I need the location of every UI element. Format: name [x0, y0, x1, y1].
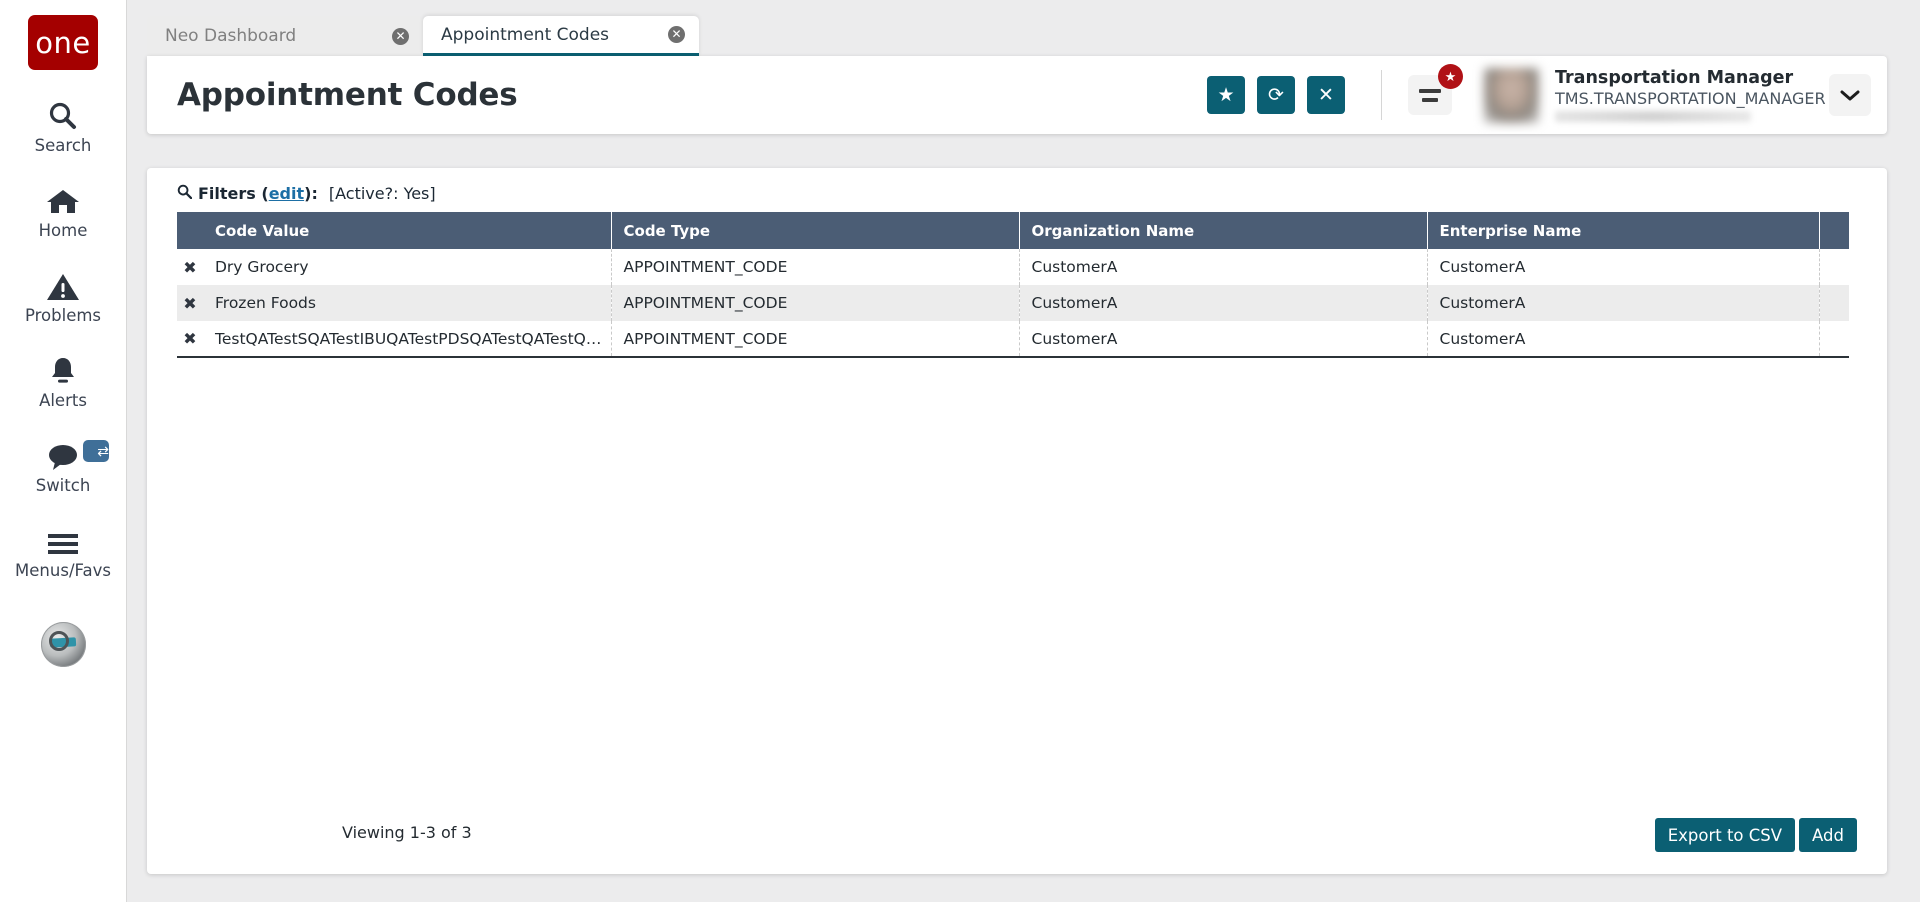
table-header-actions [177, 212, 203, 249]
user-name: Transportation Manager [1555, 68, 1823, 88]
table-row[interactable]: ✖ Dry Grocery APPOINTMENT_CODE CustomerA… [177, 249, 1849, 285]
sidebar-item-home[interactable]: Home [0, 181, 126, 240]
search-icon [177, 184, 192, 203]
filters-active-value: [Active?: Yes] [329, 184, 436, 203]
sidebar-item-label: Switch [36, 476, 91, 495]
user-detail-redacted [1555, 111, 1751, 122]
content-panel: Filters ( edit ): [Active?: Yes] Code Va… [147, 168, 1887, 874]
tab-label: Neo Dashboard [165, 26, 392, 46]
sidebar-item-problems[interactable]: Problems [0, 266, 126, 325]
tab-label: Appointment Codes [441, 25, 668, 45]
cell-code-value: TestQATestSQATestIBUQATestPDSQATestQATes… [203, 321, 611, 357]
row-delete-icon[interactable]: ✖ [177, 321, 203, 357]
user-login: TMS.TRANSPORTATION_MANAGER [1555, 89, 1823, 108]
sidebar-item-label: Problems [25, 306, 101, 325]
sidebar-item-alerts[interactable]: Alerts [0, 351, 126, 410]
sidebar-item-search[interactable]: Search [0, 96, 126, 155]
star-badge-icon: ★ [1438, 64, 1463, 89]
menu-line [1422, 98, 1438, 102]
table-header-code-type[interactable]: Code Type [611, 212, 1019, 249]
appointment-codes-table: Code Value Code Type Organization Name E… [177, 212, 1849, 358]
cell-enterprise-name: CustomerA [1427, 321, 1819, 357]
filters-label: Filters ( [198, 184, 269, 203]
tab-appointment-codes[interactable]: Appointment Codes ✕ [423, 16, 699, 56]
refresh-button[interactable]: ⟳ [1257, 76, 1295, 114]
user-info: Transportation Manager TMS.TRANSPORTATIO… [1555, 68, 1823, 122]
sidebar-item-menus-favs[interactable]: Menus/Favs [0, 521, 126, 580]
cell-code-type: APPOINTMENT_CODE [611, 285, 1019, 321]
cell-code-type: APPOINTMENT_CODE [611, 249, 1019, 285]
avatar[interactable] [1484, 68, 1539, 123]
sidebar-item-label: Search [35, 136, 92, 155]
sidebar-item-label: Menus/Favs [15, 561, 111, 580]
chat-bubble-icon [46, 436, 80, 472]
table-row[interactable]: ✖ Frozen Foods APPOINTMENT_CODE Customer… [177, 285, 1849, 321]
table-header-row: Code Value Code Type Organization Name E… [177, 212, 1849, 249]
header-divider [1381, 70, 1382, 120]
close-page-button[interactable]: ✕ [1307, 76, 1345, 114]
cell-organization-name: CustomerA [1019, 321, 1427, 357]
brand-logo[interactable]: one [28, 15, 98, 70]
chevron-down-icon[interactable] [1829, 74, 1871, 116]
export-to-csv-button[interactable]: Export to CSV [1655, 818, 1795, 852]
filters-bar: Filters ( edit ): [Active?: Yes] [147, 168, 1887, 212]
left-sidebar: one Search Home Problems Alerts Switch ⇄ [0, 0, 127, 902]
filters-label-suffix: ): [304, 184, 318, 203]
cell-code-type: APPOINTMENT_CODE [611, 321, 1019, 357]
sidebar-item-label: Alerts [39, 391, 87, 410]
cell-spacer [1819, 321, 1849, 357]
tab-neo-dashboard[interactable]: Neo Dashboard ✕ [147, 16, 423, 56]
table-row[interactable]: ✖ TestQATestSQATestIBUQATestPDSQATestQAT… [177, 321, 1849, 357]
cell-spacer [1819, 285, 1849, 321]
page-header: Appointment Codes ★ ⟳ ✕ ★ Transportation… [147, 56, 1887, 134]
hamburger-icon [46, 521, 80, 557]
table-header-organization-name[interactable]: Organization Name [1019, 212, 1427, 249]
cell-code-value: Frozen Foods [203, 285, 611, 321]
cell-spacer [1819, 249, 1849, 285]
row-delete-icon[interactable]: ✖ [177, 285, 203, 321]
robot-head-icon[interactable] [41, 622, 86, 667]
page-menu-button[interactable]: ★ [1408, 75, 1452, 115]
swap-arrows-icon[interactable]: ⇄ [83, 440, 109, 462]
close-circle-icon[interactable]: ✕ [392, 28, 409, 45]
close-icon: ✕ [1318, 84, 1334, 107]
cell-enterprise-name: CustomerA [1427, 285, 1819, 321]
header-action-group: ★ ⟳ ✕ ★ Transportation Manager TMS.TRANS… [1195, 68, 1887, 123]
table-header-code-value[interactable]: Code Value [203, 212, 611, 249]
footer-action-group: Export to CSV Add [1655, 818, 1857, 852]
cell-organization-name: CustomerA [1019, 249, 1427, 285]
record-count-label: Viewing 1-3 of 3 [342, 823, 472, 842]
page-title: Appointment Codes [177, 77, 518, 113]
cell-code-value: Dry Grocery [203, 249, 611, 285]
table-body: ✖ Dry Grocery APPOINTMENT_CODE CustomerA… [177, 249, 1849, 357]
cell-organization-name: CustomerA [1019, 285, 1427, 321]
refresh-icon: ⟳ [1268, 84, 1284, 107]
warning-triangle-icon [46, 266, 80, 302]
close-circle-icon[interactable]: ✕ [668, 26, 685, 43]
sidebar-item-label: Home [39, 221, 88, 240]
favorite-button[interactable]: ★ [1207, 76, 1245, 114]
table-header-spacer [1819, 212, 1849, 249]
home-icon [46, 181, 80, 217]
filters-edit-link[interactable]: edit [269, 184, 304, 203]
search-icon [47, 96, 79, 132]
star-icon: ★ [1217, 84, 1234, 107]
tab-bar: Neo Dashboard ✕ Appointment Codes ✕ [147, 16, 699, 56]
sidebar-item-chats[interactable]: Switch ⇄ [0, 436, 126, 495]
bell-icon [47, 351, 79, 387]
cell-enterprise-name: CustomerA [1427, 249, 1819, 285]
table-header-enterprise-name[interactable]: Enterprise Name [1427, 212, 1819, 249]
row-delete-icon[interactable]: ✖ [177, 249, 203, 285]
menu-line [1419, 89, 1441, 93]
brand-logo-text: one [35, 26, 90, 60]
add-button[interactable]: Add [1799, 818, 1857, 852]
